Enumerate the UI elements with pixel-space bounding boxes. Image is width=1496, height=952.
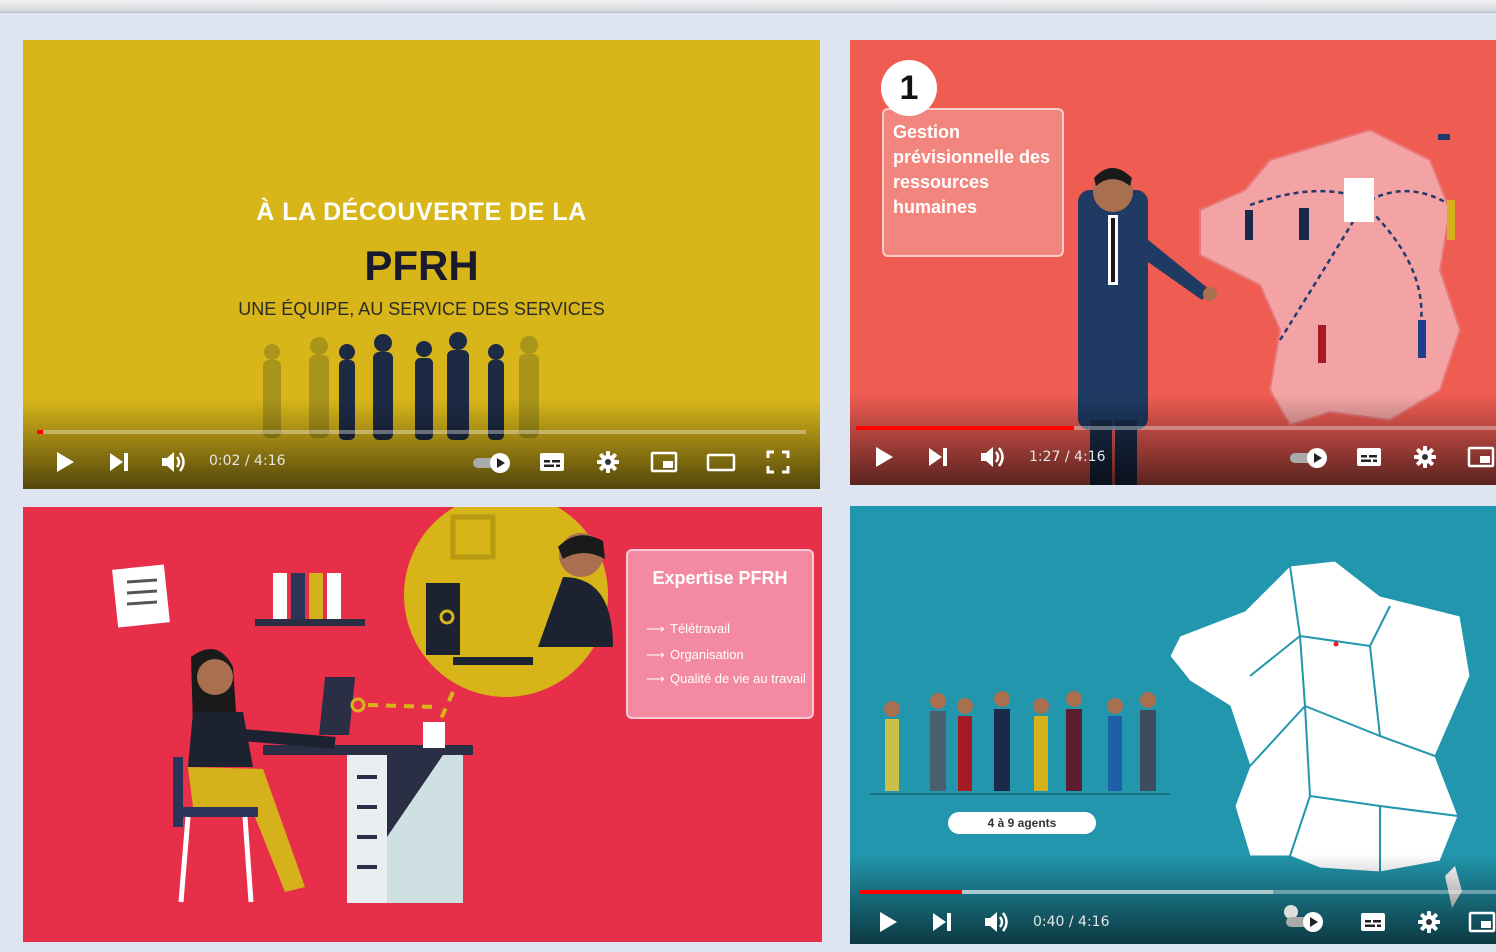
- miniplayer-button[interactable]: [1468, 908, 1496, 936]
- volume-icon: [162, 452, 185, 472]
- volume-button[interactable]: [159, 448, 189, 476]
- play-icon: [880, 912, 897, 932]
- topic-card-text: Gestion prévisionnelle des ressources hu…: [893, 122, 1051, 217]
- expertise-card-title: Expertise PFRH: [652, 568, 788, 588]
- miniplayer-button[interactable]: [649, 448, 679, 476]
- autoplay-toggle[interactable]: [1280, 903, 1326, 935]
- inset-circle: [404, 507, 613, 697]
- play-button[interactable]: [870, 443, 898, 471]
- progress-bar[interactable]: [856, 426, 1496, 430]
- woman: [173, 649, 336, 903]
- autoplay-toggle-icon: [1284, 905, 1323, 932]
- volume-button[interactable]: [978, 443, 1008, 471]
- next-button[interactable]: [105, 448, 133, 476]
- captions-icon: [1357, 448, 1381, 466]
- video-player-2[interactable]: 1 Gestion prévisionnelle des ressources …: [850, 40, 1496, 485]
- video-player-4[interactable]: 4 à 9 agents 0:40 / 4:16: [850, 506, 1496, 944]
- arrow-icon: ⟶: [646, 671, 665, 686]
- time-display: 0:40 / 4:16: [1033, 914, 1110, 930]
- time-display: 1:27 / 4:16: [1029, 449, 1106, 465]
- settings-button[interactable]: [1410, 443, 1440, 471]
- progress-fill: [37, 430, 44, 434]
- progress-bar[interactable]: [860, 890, 1496, 894]
- settings-icon: [1418, 911, 1440, 933]
- volume-icon: [981, 447, 1004, 467]
- play-button[interactable]: [874, 908, 902, 936]
- video-title-prefix: À LA DÉCOUVERTE DE LA: [256, 198, 587, 226]
- next-icon: [933, 913, 951, 931]
- expertise-item: ⟶ Télétravail: [646, 621, 730, 636]
- captions-button[interactable]: [1354, 443, 1384, 471]
- settings-icon: [597, 451, 619, 473]
- autoplay-toggle-icon: [1290, 448, 1327, 468]
- controls-gradient: [850, 395, 1496, 485]
- volume-icon: [985, 912, 1008, 932]
- video-title: PFRH: [364, 242, 479, 289]
- topic-card: Gestion prévisionnelle des ressources hu…: [882, 108, 1064, 257]
- settings-button[interactable]: [1414, 908, 1444, 936]
- next-button[interactable]: [928, 908, 956, 936]
- arrow-icon: ⟶: [646, 621, 665, 636]
- progress-bar[interactable]: [37, 430, 806, 434]
- expertise-card: Expertise PFRH ⟶ Télétravail ⟶ Organisatio…: [626, 549, 814, 719]
- theater-icon: [706, 453, 736, 472]
- captions-icon: [1361, 913, 1385, 931]
- agents-row: [884, 691, 1156, 791]
- miniplayer-button[interactable]: [1466, 443, 1496, 471]
- captions-icon: [540, 453, 564, 471]
- video-player-1[interactable]: À LA DÉCOUVERTE DE LA PFRH UNE ÉQUIPE, A…: [23, 40, 820, 489]
- browser-top-strip: [0, 0, 1496, 13]
- play-icon: [57, 452, 74, 472]
- expertise-item: ⟶ Organisation: [646, 647, 744, 662]
- play-icon: [876, 447, 893, 467]
- settings-icon: [1414, 446, 1436, 468]
- expertise-item: ⟶ Qualité de vie au travail: [646, 671, 806, 686]
- time-display: 0:02 / 4:16: [209, 453, 286, 469]
- miniplayer-icon: [1467, 446, 1495, 468]
- controls-gradient: [23, 399, 820, 489]
- next-icon: [110, 453, 128, 471]
- autoplay-toggle[interactable]: [471, 450, 513, 476]
- settings-button[interactable]: [593, 448, 623, 476]
- agents-count-pill: 4 à 9 agents: [948, 812, 1096, 834]
- arrow-icon: ⟶: [646, 647, 665, 662]
- progress-fill: [860, 890, 962, 894]
- autoplay-toggle[interactable]: [1288, 445, 1330, 471]
- autoplay-toggle-icon: [473, 453, 510, 473]
- checklist-doc: [112, 564, 170, 628]
- progress-fill: [856, 426, 1074, 430]
- binders-shelf: [255, 573, 365, 626]
- fullscreen-icon: [766, 450, 790, 474]
- play-button[interactable]: [51, 448, 79, 476]
- miniplayer-icon: [1468, 911, 1496, 933]
- fullscreen-button[interactable]: [763, 448, 793, 476]
- next-icon: [929, 448, 947, 466]
- captions-button[interactable]: [1358, 908, 1388, 936]
- video-player-3[interactable]: Expertise PFRH ⟶ Télétravail ⟶ Organisatio…: [23, 507, 822, 942]
- theater-mode-button[interactable]: [705, 448, 737, 476]
- video-subtitle: UNE ÉQUIPE, AU SERVICE DES SERVICES: [238, 299, 605, 319]
- miniplayer-icon: [650, 451, 678, 473]
- next-button[interactable]: [924, 443, 952, 471]
- volume-button[interactable]: [982, 908, 1012, 936]
- captions-button[interactable]: [537, 448, 567, 476]
